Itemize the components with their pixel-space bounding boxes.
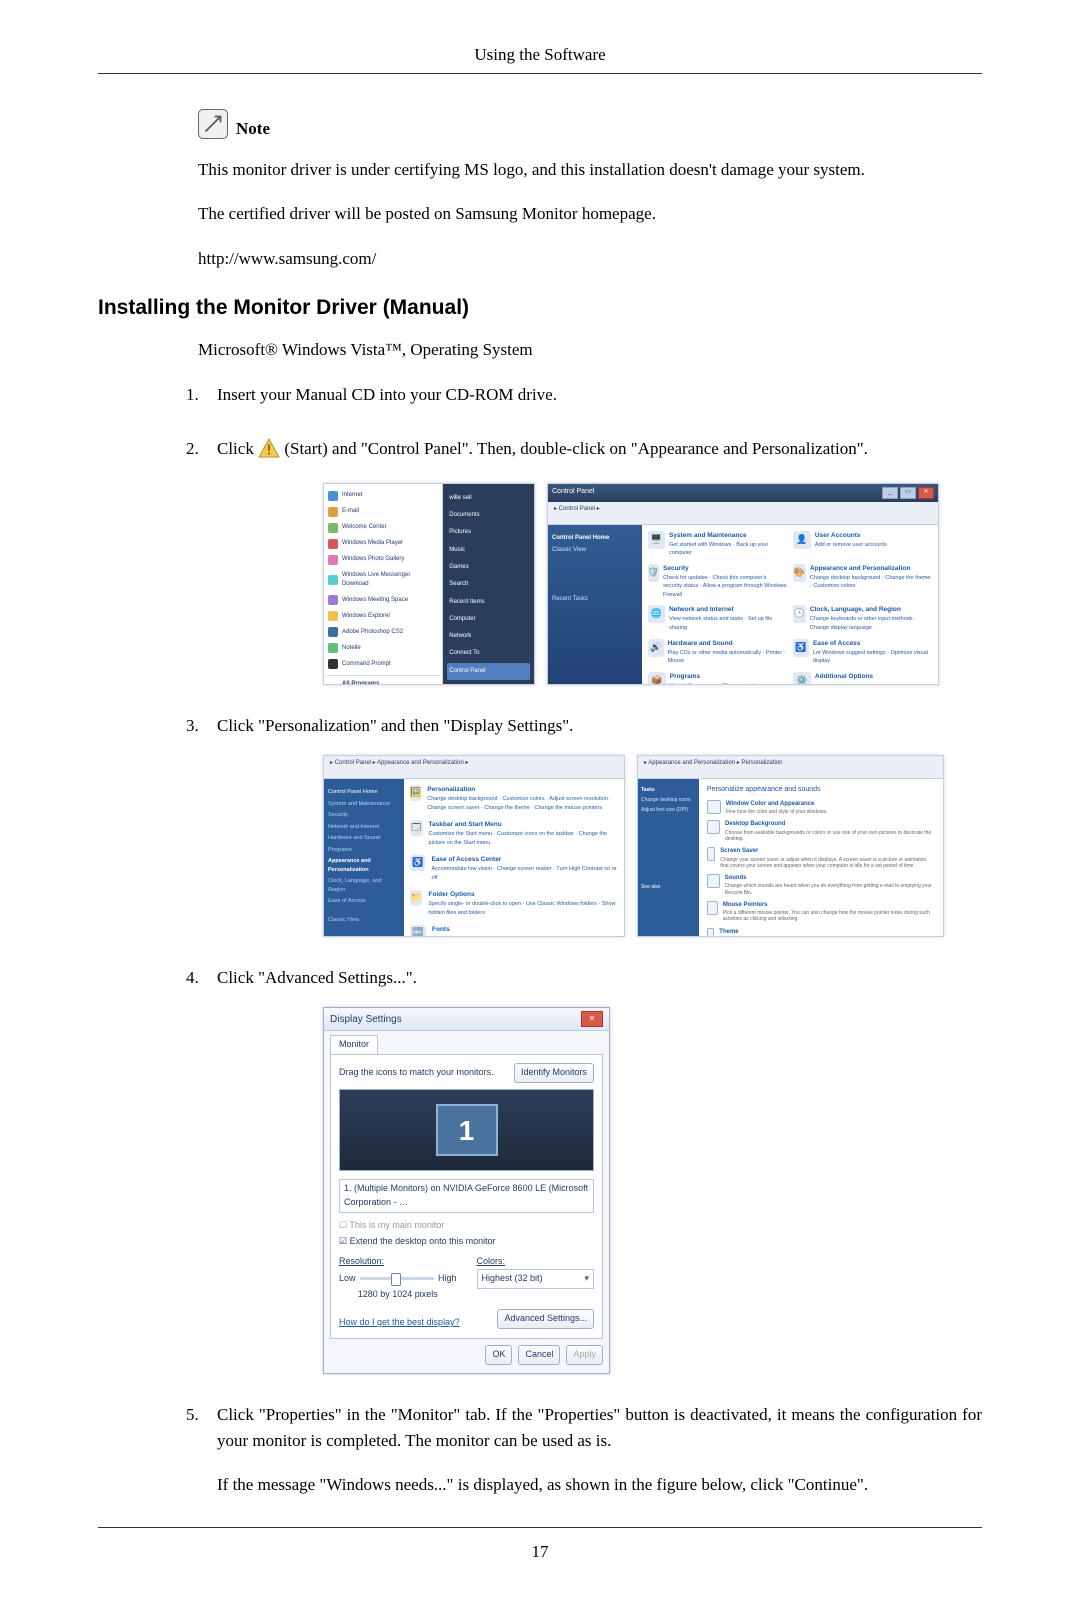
mouse-pointers-icon	[707, 901, 718, 915]
note-icon	[198, 109, 228, 139]
ds-window-title: Display Settings	[330, 1012, 402, 1028]
step-2-text-b: (Start) and "Control Panel". Then, doubl…	[284, 439, 868, 458]
step-1: Insert your Manual CD into your CD-ROM d…	[203, 382, 982, 408]
system-icon: 🖥️	[648, 531, 665, 549]
identify-monitors-button[interactable]: Identify Monitors	[514, 1063, 594, 1083]
resolution-label: Resolution:	[339, 1256, 384, 1266]
note-url: http://www.samsung.com/	[198, 246, 982, 272]
cancel-button[interactable]: Cancel	[518, 1345, 560, 1365]
start-menu-left-pane: Internet E-mail Welcome Center Windows M…	[324, 484, 443, 684]
start-menu-right-pane: wille sell Documents Pictures Music Game…	[443, 484, 534, 684]
step-5-followup: If the message "Windows needs..." is dis…	[217, 1472, 982, 1498]
personalization-icon: 🖼️	[410, 785, 421, 801]
theme-icon	[707, 928, 714, 937]
window-color-icon	[707, 800, 721, 814]
ap-address-bar: ▸ Control Panel ▸ Appearance and Persona…	[324, 756, 624, 779]
start-warning-icon	[258, 438, 280, 466]
pers-side-pane: Tasks Change desktop icons Adjust font s…	[638, 779, 699, 937]
display-settings-screenshot: Display Settings ✕ Monitor Drag the icon…	[323, 1007, 982, 1373]
appearance-personalization-screenshot: ▸ Control Panel ▸ Appearance and Persona…	[323, 755, 625, 937]
monitor-device-select[interactable]: 1. (Multiple Monitors) on NVIDIA GeForce…	[339, 1179, 594, 1213]
colors-label: Colors:	[477, 1256, 506, 1266]
step-3: Click "Personalization" and then "Displa…	[203, 713, 982, 937]
close-icon[interactable]: ✕	[581, 1011, 603, 1027]
pers-address-bar: ▸ Appearance and Personalization ▸ Perso…	[638, 756, 943, 779]
section-heading: Installing the Monitor Driver (Manual)	[98, 296, 982, 320]
security-icon: 🛡️	[648, 564, 659, 582]
appearance-icon: 🎨	[793, 564, 806, 582]
note-label: Note	[236, 119, 270, 139]
folder-options-icon: 📁	[410, 890, 422, 906]
clock-icon: 🕒	[793, 605, 806, 623]
ap-category-list: 🖼️PersonalizationChange desktop backgrou…	[404, 779, 624, 937]
step2-screenshots: Internet E-mail Welcome Center Windows M…	[323, 483, 982, 685]
pers-content: Personalize appearance and sounds Window…	[699, 779, 943, 937]
close-icon: ✕	[918, 487, 934, 499]
note-heading: Note	[198, 109, 982, 139]
chk-main-monitor: ☐ This is my main monitor	[339, 1219, 594, 1233]
tab-monitor[interactable]: Monitor	[330, 1035, 378, 1054]
cp-categories: 🖥️System and MaintenanceGet started with…	[642, 525, 938, 685]
cp-address-bar: ▸ Control Panel ▸	[548, 502, 938, 525]
resolution-value: 1280 by 1024 pixels	[339, 1288, 457, 1302]
step-2: Click (Start) and "Control Panel". Then,…	[203, 436, 982, 684]
os-line: Microsoft® Windows Vista™, Operating Sys…	[198, 340, 982, 360]
taskbar-icon: 🗔	[410, 820, 423, 836]
step3-screenshots: ▸ Control Panel ▸ Appearance and Persona…	[323, 755, 982, 937]
page-number: 17	[98, 1527, 982, 1562]
colors-select[interactable]: Highest (32 bit)	[477, 1269, 595, 1289]
note-paragraph-2: The certified driver will be posted on S…	[198, 201, 982, 227]
ds-drag-text: Drag the icons to match your monitors.	[339, 1066, 494, 1080]
monitor-preview[interactable]: 1	[339, 1089, 594, 1171]
screen-saver-icon	[707, 847, 715, 861]
user-icon: 👤	[793, 531, 811, 549]
control-panel-screenshot: Control Panel _ ▭ ✕ ▸ Control Panel ▸ Co…	[547, 483, 939, 685]
fonts-icon: 🔤	[410, 925, 426, 937]
step-5: Click "Properties" in the "Monitor" tab.…	[203, 1402, 982, 1499]
step-2-text-a: Click	[217, 439, 258, 458]
step-4: Click "Advanced Settings...". Display Se…	[203, 965, 982, 1374]
maximize-icon: ▭	[900, 487, 916, 499]
desktop-bg-icon	[707, 820, 720, 834]
sounds-icon	[707, 874, 720, 888]
advanced-settings-button[interactable]: Advanced Settings...	[497, 1309, 594, 1329]
cp-titlebar: Control Panel _ ▭ ✕	[548, 484, 938, 502]
personalization-screenshot: ▸ Appearance and Personalization ▸ Perso…	[637, 755, 944, 937]
programs-icon: 📦	[648, 672, 666, 685]
chk-extend-desktop[interactable]: ☑ Extend the desktop onto this monitor	[339, 1235, 594, 1249]
ap-side-pane: Control Panel Home System and Maintenanc…	[324, 779, 404, 937]
additional-icon: ⚙️	[793, 672, 811, 685]
ok-button[interactable]: OK	[485, 1345, 512, 1365]
ease-icon: ♿	[793, 639, 809, 657]
apply-button: Apply	[566, 1345, 603, 1365]
cp-side-pane: Control Panel Home Classic View Recent T…	[548, 525, 642, 685]
hardware-icon: 🔊	[648, 639, 664, 657]
help-link[interactable]: How do I get the best display?	[339, 1316, 460, 1330]
start-menu-screenshot: Internet E-mail Welcome Center Windows M…	[323, 483, 535, 685]
running-header: Using the Software	[98, 45, 982, 74]
resolution-slider[interactable]: Low High	[339, 1272, 457, 1286]
network-icon: 🌐	[648, 605, 665, 623]
monitor-1-icon[interactable]: 1	[436, 1104, 498, 1156]
ease-center-icon: ♿	[410, 855, 425, 871]
note-paragraph-1: This monitor driver is under certifying …	[198, 157, 982, 183]
minimize-icon: _	[882, 487, 898, 499]
